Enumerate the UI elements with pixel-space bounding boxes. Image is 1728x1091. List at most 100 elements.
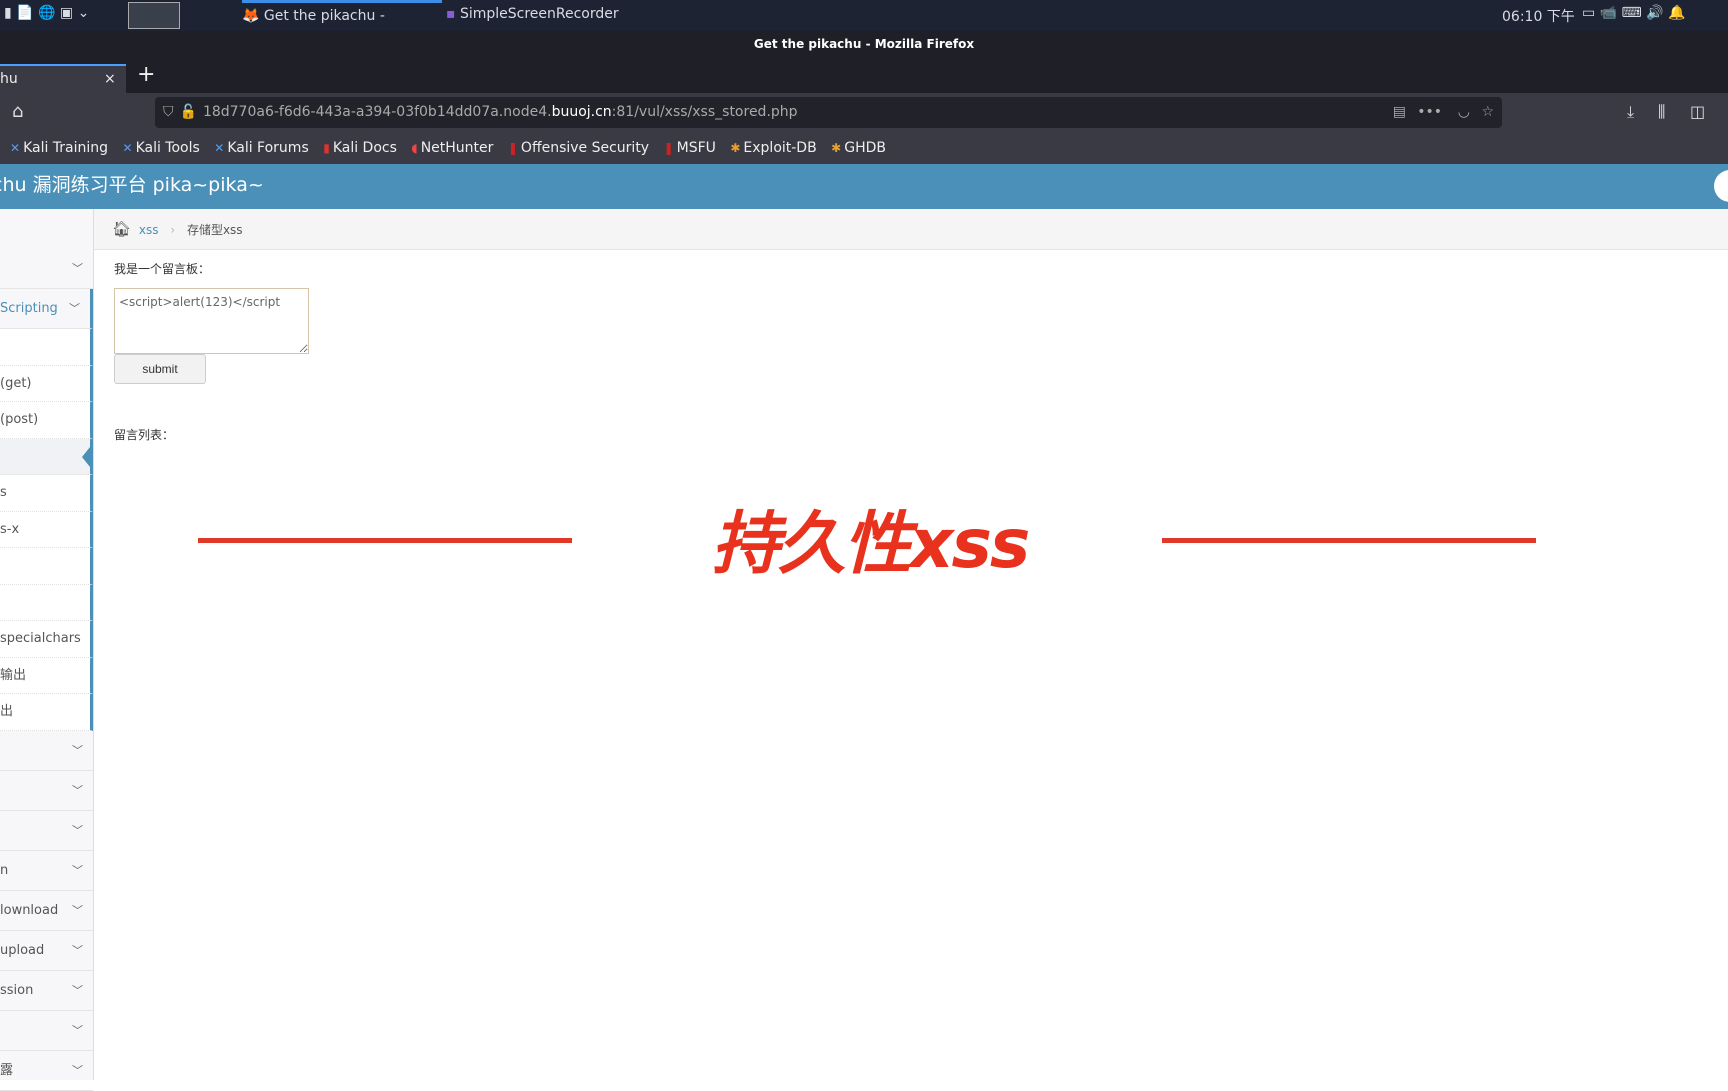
bookmark-kali-docs[interactable]: ▮ Kali Docs bbox=[323, 134, 397, 162]
bookmark-label: NetHunter bbox=[420, 140, 494, 156]
sidebar-toggle-icon[interactable]: ◫ bbox=[1690, 102, 1705, 121]
url-bar[interactable]: ⛉ 🔓 18d770a6-f6d6-443a-a394-03f0b14dd07a.n… bbox=[155, 97, 1502, 128]
sidebar-item[interactable] bbox=[0, 548, 93, 585]
reader-view-icon[interactable]: ▤ bbox=[1393, 97, 1406, 128]
chevron-down-icon: ﹀ bbox=[72, 823, 83, 837]
sidebar-item[interactable]: s-x bbox=[0, 511, 93, 548]
chevron-down-icon: ﹀ bbox=[72, 1063, 83, 1077]
bookmark-label: Kali Training bbox=[23, 140, 109, 156]
sidebar-item[interactable]: 出 bbox=[0, 694, 93, 731]
more-actions-icon[interactable]: ••• bbox=[1417, 97, 1442, 128]
bookmark-label: Kali Tools bbox=[135, 140, 200, 156]
site-title[interactable]: chu 漏洞练习平台 pika~pika~ bbox=[0, 174, 264, 196]
sidebar-item-label: 出 bbox=[0, 704, 14, 719]
firefox-icon: 🦊 bbox=[242, 8, 260, 24]
bookmark-label: MSFU bbox=[676, 140, 716, 156]
taskbar-window-recorder[interactable]: ▪ SimpleScreenRecorder bbox=[446, 0, 619, 31]
chevron-down-icon: ﹀ bbox=[72, 743, 83, 757]
sidebar-item[interactable]: s bbox=[0, 475, 93, 512]
sidebar-item-label: (get) bbox=[0, 375, 32, 391]
bookmark-label: Kali Docs bbox=[332, 140, 397, 156]
sidebar-item[interactable]: (get) bbox=[0, 365, 93, 402]
sidebar-item-label: 露 bbox=[0, 1062, 14, 1078]
library-icon[interactable]: ⫼ bbox=[1658, 102, 1665, 122]
sidebar-item-label: ssion bbox=[0, 982, 34, 998]
bookmark-label: GHDB bbox=[844, 140, 886, 156]
sidebar-item[interactable]: ssion ﹀ bbox=[0, 971, 93, 1011]
chevron-down-icon: ﹀ bbox=[72, 863, 83, 877]
tab-active[interactable]: hu × bbox=[0, 64, 126, 93]
message-list-label: 留言列表： bbox=[114, 428, 175, 442]
home-icon[interactable]: ⌂ bbox=[12, 101, 23, 122]
sidebar-item-label: n bbox=[0, 862, 9, 878]
site-header: chu 漏洞练习平台 pika~pika~ bbox=[0, 164, 1728, 209]
chevron-down-icon: ﹀ bbox=[72, 262, 83, 275]
sidebar-item[interactable]: (post) bbox=[0, 402, 93, 439]
sidebar-item-label: s bbox=[0, 485, 7, 500]
sidebar-item[interactable]: ﹀ bbox=[0, 771, 93, 811]
bookmark-offensive-security[interactable]: ❚ Offensive Security bbox=[508, 134, 649, 162]
sidebar-item[interactable]: specialchars bbox=[0, 621, 93, 658]
breadcrumb: 🏠︎ xss › 存储型xss bbox=[94, 209, 1728, 250]
bookmarks-toolbar: ✕ Kali Training ✕ Kali Tools ✕ Kali Forums … bbox=[0, 134, 1728, 164]
sidebar-item[interactable] bbox=[0, 329, 93, 366]
url-suffix: :81/vul/xss/xss_stored.php bbox=[611, 104, 798, 120]
url-domain: buuoj.cn bbox=[551, 104, 612, 120]
sidebar-item[interactable]: ﹀ bbox=[0, 811, 93, 851]
taskbar: ▮ 📄 🌐 ▣ ⌄ 🦊 Get the pikachu - Mozilla...… bbox=[0, 0, 1728, 51]
breadcrumb-link-xss[interactable]: xss bbox=[139, 223, 159, 237]
bookmark-label: Offensive Security bbox=[520, 140, 650, 156]
sidebar-item[interactable]: ﹀ bbox=[0, 249, 93, 289]
workspace-button[interactable] bbox=[128, 2, 180, 29]
url-prefix: 18d770a6-f6d6-443a-a394-03f0b14dd07a.nod… bbox=[202, 104, 552, 120]
sidebar-item-label: s-x bbox=[0, 521, 20, 537]
bookmark-msfu[interactable]: ❚ MSFU bbox=[664, 134, 716, 162]
sidebar-item[interactable]: ﹀ bbox=[0, 731, 93, 771]
nav-bar: ⌂ ⛉ 🔓 18d770a6-f6d6-443a-a394-03f0b14dd07a… bbox=[0, 93, 1728, 134]
chevron-down-icon: ﹀ bbox=[69, 302, 80, 315]
shield-icon[interactable]: ⛉ bbox=[163, 104, 174, 120]
sidebar-item[interactable]: lownload ﹀ bbox=[0, 891, 93, 931]
message-textarea[interactable] bbox=[114, 288, 309, 354]
sidebar-item[interactable]: 露 ﹀ bbox=[0, 1051, 93, 1091]
chevron-down-icon: ﹀ bbox=[72, 943, 83, 957]
sidebar-item[interactable]: 输出 bbox=[0, 657, 93, 694]
caption-line-right bbox=[1162, 538, 1536, 543]
sidebar-item[interactable] bbox=[0, 438, 93, 475]
chevron-down-icon: ﹀ bbox=[72, 983, 83, 997]
taskbar-window-label: SimpleScreenRecorder bbox=[459, 6, 619, 22]
sidebar-item[interactable] bbox=[0, 584, 93, 621]
downloads-icon[interactable]: ⤓ bbox=[1627, 102, 1634, 122]
bookmark-kali-tools[interactable]: ✕ Kali Tools bbox=[123, 134, 200, 162]
breadcrumb-current: 存储型xss bbox=[186, 223, 243, 237]
tab-bar: hu × + bbox=[0, 62, 1728, 93]
sidebar-item-label: specialchars bbox=[0, 631, 81, 646]
bookmark-label: Exploit-DB bbox=[743, 140, 817, 156]
sidebar: ﹀ Scripting ﹀ (get) (post) s s-x specialchars 输出… bbox=[0, 209, 94, 1091]
tray-icons[interactable]: ▭ 📹 ⌨ 🔊 🔔 bbox=[1582, 5, 1686, 21]
breadcrumb-separator: › bbox=[170, 223, 176, 237]
chevron-down-icon: ﹀ bbox=[72, 903, 83, 917]
bookmark-kali-forums[interactable]: ✕ Kali Forums bbox=[214, 134, 309, 162]
taskbar-window-firefox[interactable]: 🦊 Get the pikachu - Mozilla... bbox=[242, 0, 442, 51]
bookmark-exploit-db[interactable]: ✱ Exploit-DB bbox=[730, 134, 816, 162]
bookmark-ghdb[interactable]: ✱ GHDB bbox=[831, 134, 886, 162]
bookmark-nethunter[interactable]: ◖ NetHunter bbox=[411, 134, 493, 162]
sidebar-item-label: upload bbox=[0, 942, 45, 958]
sidebar-item[interactable]: Scripting ﹀ bbox=[0, 289, 93, 329]
user-avatar[interactable] bbox=[1714, 170, 1728, 202]
app-launcher-icons[interactable]: ▮ 📄 🌐 ▣ ⌄ bbox=[4, 5, 89, 21]
submit-button[interactable]: submit bbox=[114, 354, 206, 384]
sidebar-item-label: Scripting bbox=[0, 301, 58, 316]
sidebar-item-label: 输出 bbox=[0, 667, 27, 683]
sidebar-item[interactable]: upload ﹀ bbox=[0, 931, 93, 971]
close-tab-icon[interactable]: × bbox=[104, 66, 116, 92]
bookmark-kali-training[interactable]: ✕ Kali Training bbox=[10, 134, 108, 162]
home-icon[interactable]: 🏠︎ bbox=[112, 220, 131, 238]
bookmark-star-icon[interactable]: ☆ bbox=[1481, 97, 1494, 128]
insecure-lock-icon[interactable]: 🔓 bbox=[180, 104, 197, 120]
pocket-icon[interactable]: ◡ bbox=[1458, 97, 1470, 128]
sidebar-item[interactable]: ﹀ bbox=[0, 1011, 93, 1051]
sidebar-item[interactable]: n ﹀ bbox=[0, 851, 93, 891]
new-tab-button[interactable]: + bbox=[137, 62, 155, 87]
